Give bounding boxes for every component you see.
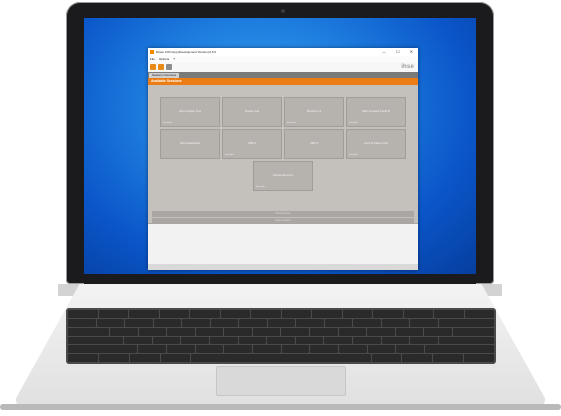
menu-file[interactable]: File [150, 57, 155, 61]
session-name: Web Consent Portal B [362, 109, 390, 113]
session-name: CBS 2 [247, 141, 257, 145]
laptop-base-edge [0, 404, 561, 410]
keyboard [66, 308, 496, 364]
session-name: Dream Live [244, 109, 260, 113]
title-bar: Draco CON App [Development Version] 6.5.… [148, 48, 418, 56]
section-header: Available Sessions [148, 78, 418, 85]
menu-help[interactable]: ? [173, 57, 175, 61]
minimize-button[interactable]: — [382, 50, 386, 54]
session-tile[interactable]: Demo Player Test Available [160, 97, 220, 127]
session-tile[interactable]: CBS 3 [284, 129, 344, 159]
session-tile[interactable]: Sheshmi v1 Available [284, 97, 344, 127]
app-window: Draco CON App [Development Version] 6.5.… [148, 48, 418, 270]
session-status: Available [349, 122, 358, 124]
session-name: Sheshmi v1 [306, 109, 322, 113]
desktop-screen: Draco CON App [Development Version] 6.5.… [84, 18, 476, 274]
sessions-panel: Demo Player Test Available Dream Live Sh… [148, 85, 418, 224]
session-tile[interactable]: Web Consent Portal B Available [346, 97, 406, 127]
screen-bezel [84, 274, 476, 284]
menu-options[interactable]: Options [159, 57, 169, 61]
session-status: Available [163, 122, 172, 124]
session-tile[interactable]: Control Player Grid Available [346, 129, 406, 159]
session-name: Web Dashboard [179, 141, 201, 145]
maximize-button[interactable]: ☐ [396, 50, 400, 54]
status-bar [148, 264, 418, 270]
close-button[interactable]: ✕ [410, 50, 413, 54]
session-name: CBS 3 [309, 141, 319, 145]
settings-icon[interactable] [150, 64, 156, 70]
window-title: Draco CON App [Development Version] 6.5.… [156, 50, 217, 54]
session-name: Deluxel Rumors [273, 173, 293, 177]
session-name: Control Player Grid [364, 141, 388, 145]
session-status: Available [225, 154, 234, 156]
trackpad[interactable] [216, 366, 346, 396]
camera-icon [281, 9, 285, 13]
ihse-logo: ihse [401, 64, 414, 70]
session-status: Available [287, 122, 296, 124]
stop-session-button[interactable]: Stop Session [152, 218, 414, 224]
session-tile[interactable]: CBS 2 Available [222, 129, 282, 159]
session-tile[interactable]: Web Dashboard [160, 129, 220, 159]
session-status: Available [349, 154, 358, 156]
folder-icon[interactable] [158, 64, 164, 70]
save-icon[interactable] [166, 64, 172, 70]
session-tile[interactable]: Deluxel Rumors Available [253, 161, 313, 191]
session-status: Available [256, 186, 265, 188]
session-name: Demo Player Test [178, 109, 202, 113]
app-icon [150, 50, 154, 54]
session-tile[interactable]: Dream Live [222, 97, 282, 127]
toolbar: ihse [148, 62, 418, 72]
start-session-button[interactable]: Start Session [152, 211, 414, 217]
window-controls: — ☐ ✕ [382, 50, 416, 54]
